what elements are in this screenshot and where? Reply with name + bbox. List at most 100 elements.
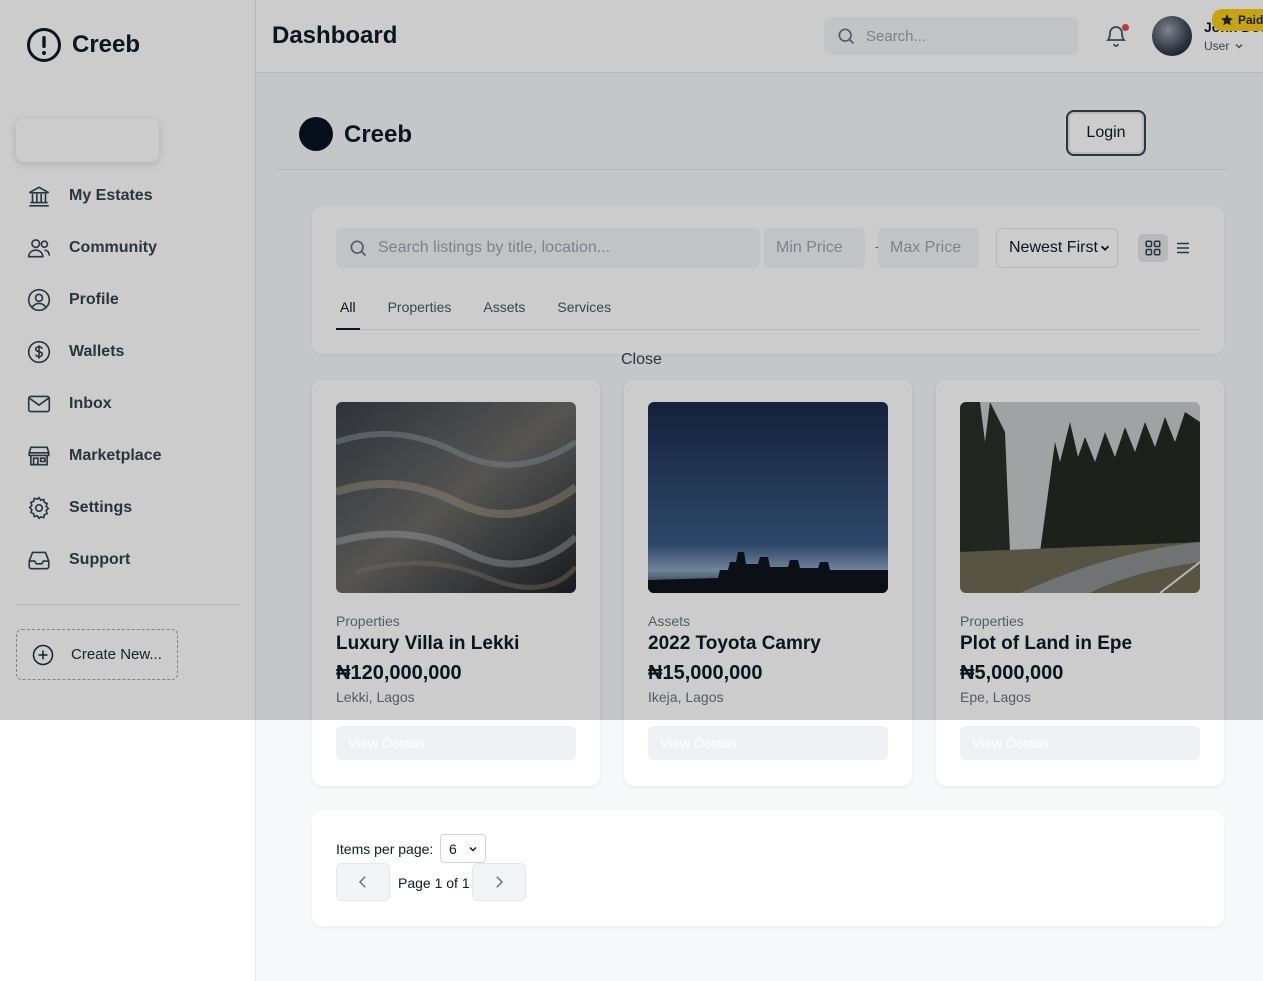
max-price-input[interactable]: Max Price — [878, 228, 979, 268]
chevron-down-icon — [1233, 40, 1245, 52]
sidebar-item-label: Community — [69, 239, 157, 256]
listing-title[interactable]: Plot of Land in Epe — [960, 633, 1132, 655]
avatar[interactable] — [1152, 16, 1192, 56]
listing-image — [336, 402, 576, 593]
listing-price: ₦5,000,000 — [960, 662, 1064, 684]
login-button[interactable]: Login — [1066, 110, 1146, 156]
users-icon — [26, 235, 52, 261]
global-search-input[interactable]: Search... — [824, 17, 1078, 55]
view-details-button[interactable]: View Details — [336, 726, 576, 760]
plus-circle-icon — [31, 643, 55, 667]
marketplace-logo — [299, 117, 333, 151]
notification-dot — [1122, 24, 1129, 31]
listing-search-placeholder: Search listings by title, location... — [378, 239, 611, 256]
chevron-down-icon — [1098, 241, 1112, 255]
sidebar-item-label: My Estates — [69, 187, 153, 204]
sidebar-divider — [16, 604, 240, 605]
marketplace-header: Creeb Login — [276, 100, 1228, 170]
items-per-page-value: 6 — [449, 840, 457, 857]
pagination: Items per page: 6 Page 1 of 1 — [312, 810, 1224, 926]
create-new-label: Create New... — [71, 646, 162, 663]
close-button[interactable]: Close — [621, 351, 662, 369]
sidebar-item-settings[interactable]: Settings — [26, 482, 240, 534]
sidebar-item-label: Profile — [69, 291, 119, 308]
listing-title[interactable]: 2022 Toyota Camry — [648, 633, 821, 655]
tab-assets[interactable]: Assets — [479, 296, 529, 330]
chevron-left-icon — [354, 873, 372, 891]
sidebar-item-profile[interactable]: Profile — [26, 274, 240, 326]
user-role-dropdown[interactable]: User — [1204, 39, 1245, 53]
search-icon — [836, 26, 856, 46]
sort-select[interactable]: Newest First — [996, 228, 1118, 268]
marketplace-name: Creeb — [344, 121, 413, 148]
topbar: Dashboard Search... John Doe User Paid — [256, 0, 1263, 73]
listing-category: Properties — [960, 613, 1024, 629]
listing-price: ₦120,000,000 — [336, 662, 462, 684]
sidebar-item-label: Wallets — [69, 343, 125, 360]
listing-category: Properties — [336, 613, 400, 629]
category-tabs: All Properties Assets Services — [336, 296, 1200, 330]
brand-name: Creeb — [72, 31, 141, 58]
sidebar-item-label: Support — [69, 551, 131, 568]
items-per-page-select[interactable]: 6 — [440, 834, 486, 863]
sidebar-item-inbox[interactable]: Inbox — [26, 378, 240, 430]
tab-all[interactable]: All — [336, 296, 360, 330]
user-circle-icon — [26, 287, 52, 313]
tab-properties[interactable]: Properties — [384, 296, 456, 330]
search-placeholder: Search... — [866, 27, 927, 45]
user-role: User — [1204, 39, 1230, 53]
page-title: Dashboard — [272, 22, 398, 49]
sidebar-item-label: Inbox — [69, 395, 112, 412]
brand[interactable]: Creeb — [26, 27, 140, 63]
sidebar-nav: My Estates Community Profile Wallets Inb… — [26, 170, 240, 586]
dollar-icon — [26, 339, 52, 365]
badge-label: Paid — [1238, 13, 1263, 27]
listing-location: Lekki, Lagos — [336, 689, 415, 705]
sidebar-item-wallets[interactable]: Wallets — [26, 326, 240, 378]
chevron-down-icon — [467, 843, 479, 855]
sidebar-item-community[interactable]: Community — [26, 222, 240, 274]
filter-panel: Search listings by title, location... Mi… — [312, 206, 1224, 354]
sidebar-item-support[interactable]: Support — [26, 534, 240, 586]
bank-icon — [26, 183, 52, 209]
alert-circle-icon — [26, 27, 62, 63]
grid-view-button[interactable] — [1138, 234, 1168, 262]
listing-title[interactable]: Luxury Villa in Lekki — [336, 633, 519, 655]
listing-card[interactable]: Assets 2022 Toyota Camry ₦15,000,000 Ike… — [624, 380, 912, 786]
page-indicator: Page 1 of 1 — [398, 875, 470, 891]
view-details-button[interactable]: View Details — [648, 726, 888, 760]
min-price-input[interactable]: Min Price — [764, 228, 865, 268]
next-page-button[interactable] — [472, 863, 526, 901]
store-icon — [26, 443, 52, 469]
search-icon — [348, 238, 368, 258]
listing-card[interactable]: Properties Plot of Land in Epe ₦5,000,00… — [936, 380, 1224, 786]
chevron-right-icon — [490, 873, 508, 891]
listing-price: ₦15,000,000 — [648, 662, 763, 684]
tab-services[interactable]: Services — [553, 296, 615, 330]
sidebar-item-label: Marketplace — [69, 447, 162, 464]
list-icon — [1174, 239, 1192, 257]
grid-icon — [1144, 239, 1162, 257]
listing-location: Ikeja, Lagos — [648, 689, 724, 705]
list-view-button[interactable] — [1170, 234, 1196, 262]
gear-icon — [26, 495, 52, 521]
status-badge: Paid — [1212, 9, 1263, 31]
mail-icon — [26, 391, 52, 417]
listing-search-input[interactable]: Search listings by title, location... — [336, 228, 760, 268]
listing-card[interactable]: Properties Luxury Villa in Lekki ₦120,00… — [312, 380, 600, 786]
listing-category: Assets — [648, 613, 691, 629]
sidebar-item-my-estates[interactable]: My Estates — [26, 170, 240, 222]
sort-value: Newest First — [1009, 239, 1098, 256]
active-nav-highlight — [16, 118, 159, 162]
previous-page-button[interactable] — [336, 863, 390, 901]
listing-location: Epe, Lagos — [960, 689, 1031, 705]
sidebar: Creeb My Estates Community Profile Walle… — [0, 0, 256, 981]
create-new-button[interactable]: Create New... — [16, 629, 178, 680]
listing-image — [960, 402, 1200, 593]
star-icon — [1220, 13, 1234, 27]
sidebar-item-marketplace[interactable]: Marketplace — [26, 430, 240, 482]
inbox-tray-icon — [26, 547, 52, 573]
sidebar-item-label: Settings — [69, 499, 133, 516]
listing-image — [648, 402, 888, 593]
view-details-button[interactable]: View Details — [960, 726, 1200, 760]
